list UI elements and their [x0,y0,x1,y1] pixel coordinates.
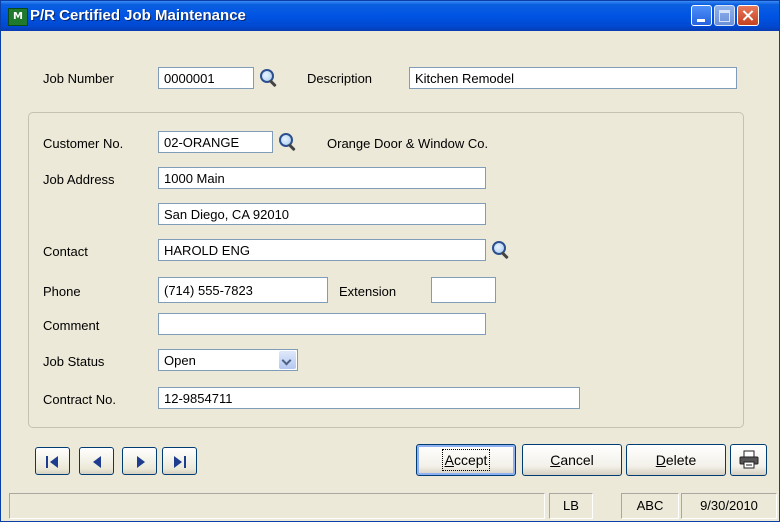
first-record-arrow [50,456,58,468]
job-number-lookup-icon[interactable] [259,68,279,88]
minimize-button[interactable] [691,5,712,26]
customer-no-label: Customer No. [43,136,124,151]
job-details-group [28,112,744,428]
address-line1-field[interactable]: 1000 Main [158,167,486,189]
status-bar: LB ABC 9/30/2010 [9,493,779,521]
delete-label: elete [665,452,697,468]
comment-label: Comment [43,318,100,333]
description-label: Description [307,71,373,86]
extension-field[interactable] [431,277,496,303]
first-record-icon [46,456,48,468]
customer-lookup-icon[interactable] [278,132,298,152]
status-date: 9/30/2010 [681,493,777,519]
customer-no-field[interactable]: 02-ORANGE [158,131,273,153]
status-message-pane [9,493,545,519]
contact-lookup-icon[interactable] [491,240,511,260]
title-bar[interactable]: M P/R Certified Job Maintenance [1,1,779,31]
printer-icon [739,450,758,469]
cancel-label: ancel [560,452,594,468]
job-status-label: Job Status [43,354,105,369]
close-button[interactable] [737,5,759,26]
last-record-icon [184,456,186,468]
job-number-field[interactable]: 0000001 [158,67,254,89]
chevron-down-icon[interactable] [279,351,296,369]
next-record-icon [137,456,145,468]
job-address-label: Job Address [43,172,115,187]
description-field[interactable]: Kitchen Remodel [409,67,737,89]
last-record-button[interactable] [162,447,197,475]
contract-no-field[interactable]: 12-9854711 [158,387,580,409]
cancel-hotkey: C [550,452,561,468]
phone-label: Phone [43,284,81,299]
customer-name: Orange Door & Window Co. [327,136,489,151]
accept-button[interactable]: Accept [416,444,516,476]
last-record-arrow [174,456,182,468]
comment-field[interactable] [158,313,486,335]
job-number-label: Job Number [43,71,114,86]
print-button[interactable] [730,444,767,476]
window-title: P/R Certified Job Maintenance [30,7,246,24]
maximize-button[interactable] [714,5,735,26]
previous-record-icon [93,456,101,468]
delete-hotkey: D [655,452,666,468]
previous-record-button[interactable] [79,447,114,475]
status-user: LB [549,493,593,519]
app-icon: M [8,8,28,26]
status-company: ABC [621,493,679,519]
job-status-select[interactable]: Open [158,349,298,371]
cancel-button[interactable]: Cancel [522,444,622,476]
extension-label: Extension [339,284,397,299]
phone-field[interactable]: (714) 555-7823 [158,277,328,303]
job-status-value: Open [164,353,196,368]
accept-hotkey: A [444,452,454,468]
contact-label: Contact [43,244,88,259]
main-window: M P/R Certified Job Maintenance Job Numb… [0,0,780,522]
delete-button[interactable]: Delete [626,444,726,476]
accept-label: ccept [453,452,488,468]
address-line2-field[interactable]: San Diego, CA 92010 [158,203,486,225]
contact-field[interactable]: HAROLD ENG [158,239,486,261]
first-record-button[interactable] [35,447,70,475]
next-record-button[interactable] [122,447,157,475]
contract-no-label: Contract No. [43,392,116,407]
